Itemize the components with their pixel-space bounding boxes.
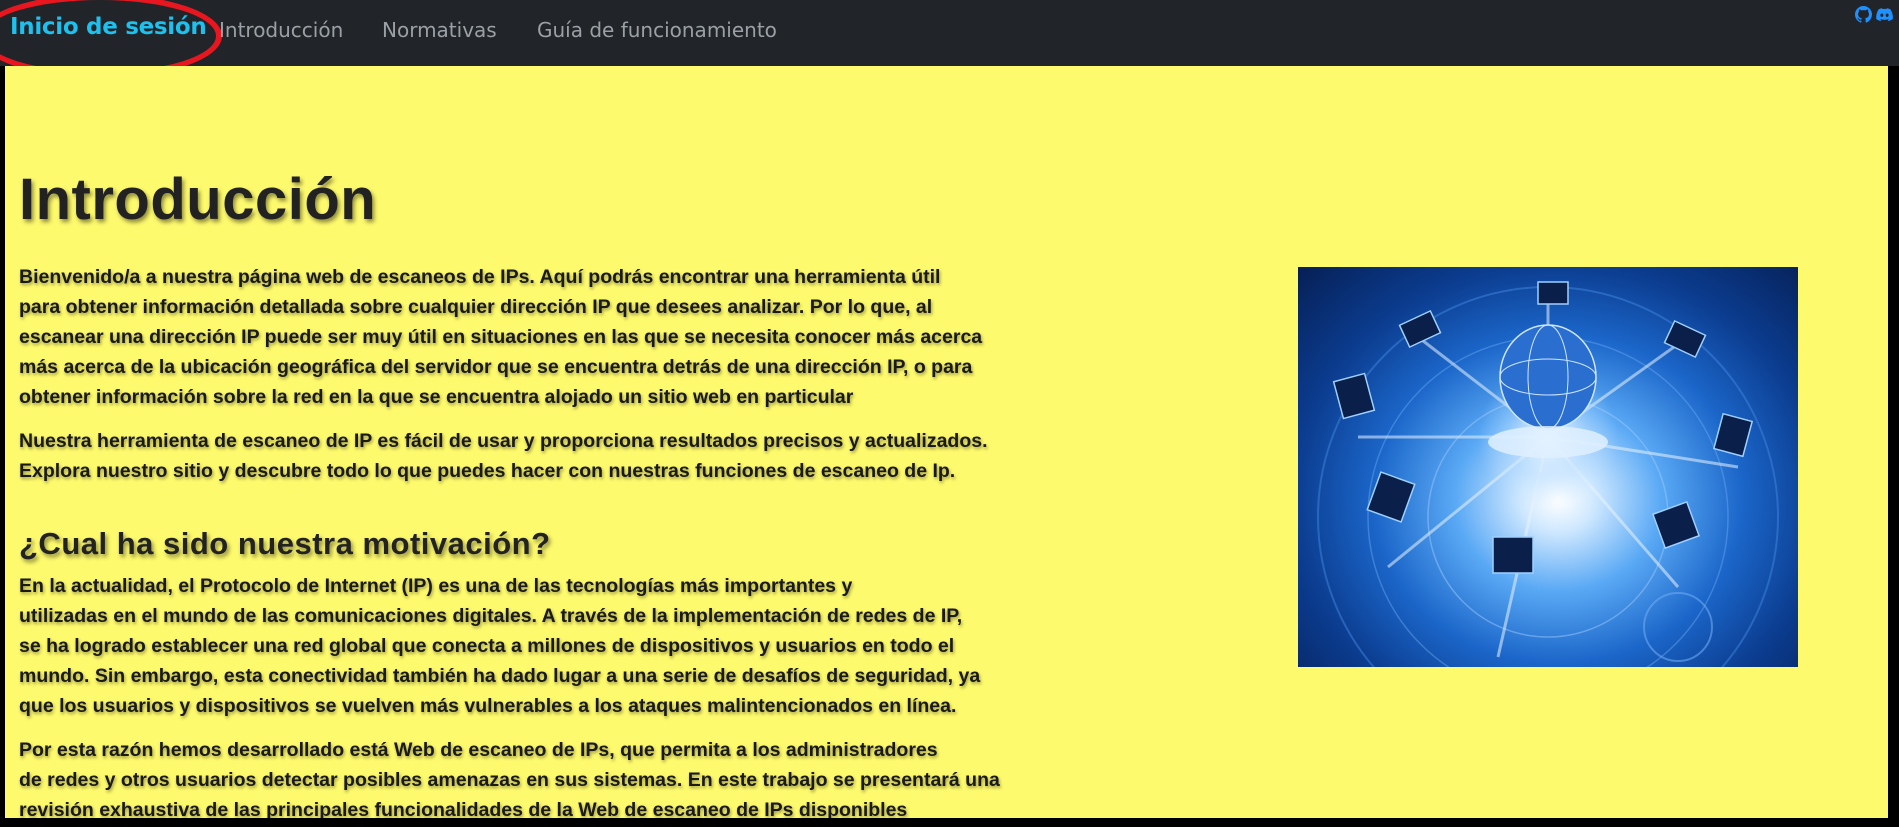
page-title: Introducción — [19, 167, 377, 232]
text-line: revisión exhaustiva de las principales f… — [19, 799, 908, 818]
discord-icon[interactable] — [1876, 6, 1893, 23]
text-line: que los usuarios y dispositivos se vuelv… — [19, 695, 957, 717]
text-line: para obtener información detallada sobre… — [19, 296, 933, 318]
nav-link-guia[interactable]: Guía de funcionamiento — [537, 18, 777, 42]
nav-link-introduccion[interactable]: Introducción — [219, 18, 343, 42]
purpose-paragraph: Por esta razón hemos desarrollado está W… — [19, 735, 1000, 818]
text-line: Nuestra herramienta de escaneo de IP es … — [19, 430, 988, 452]
top-navbar: Inicio de sesión Introducción Normativas… — [0, 0, 1899, 78]
main-content: Introducción Bienvenido/a a nuestra pági… — [5, 66, 1888, 818]
text-line: En la actualidad, el Protocolo de Intern… — [19, 575, 853, 597]
text-line: obtener información sobre la red en la q… — [19, 386, 854, 408]
text-line: escanear una dirección IP puede ser muy … — [19, 326, 983, 348]
login-brand-link[interactable]: Inicio de sesión — [10, 14, 207, 40]
tool-description-paragraph: Nuestra herramienta de escaneo de IP es … — [19, 426, 988, 486]
motivation-heading: ¿Cual ha sido nuestra motivación? — [19, 526, 551, 561]
motivation-paragraph: En la actualidad, el Protocolo de Intern… — [19, 571, 980, 721]
text-line: de redes y otros usuarios detectar posib… — [19, 769, 1000, 791]
text-line: se ha logrado establecer una red global … — [19, 635, 955, 657]
text-line: utilizadas en el mundo de las comunicaci… — [19, 605, 963, 627]
network-globe-illustration — [1317, 281, 1779, 667]
github-icon[interactable] — [1855, 6, 1872, 23]
text-line: Bienvenido/a a nuestra página web de esc… — [19, 266, 941, 288]
nav-icons — [1855, 6, 1893, 23]
network-globe-image — [1298, 267, 1798, 667]
intro-paragraph: Bienvenido/a a nuestra página web de esc… — [19, 262, 982, 412]
text-line: mundo. Sin embargo, esta conectividad ta… — [19, 665, 981, 687]
text-line: Por esta razón hemos desarrollado está W… — [19, 739, 938, 761]
text-line: más acerca de la ubicación geográfica de… — [19, 356, 973, 378]
text-line: Explora nuestro sitio y descubre todo lo… — [19, 460, 956, 482]
nav-link-normativas[interactable]: Normativas — [382, 18, 497, 42]
